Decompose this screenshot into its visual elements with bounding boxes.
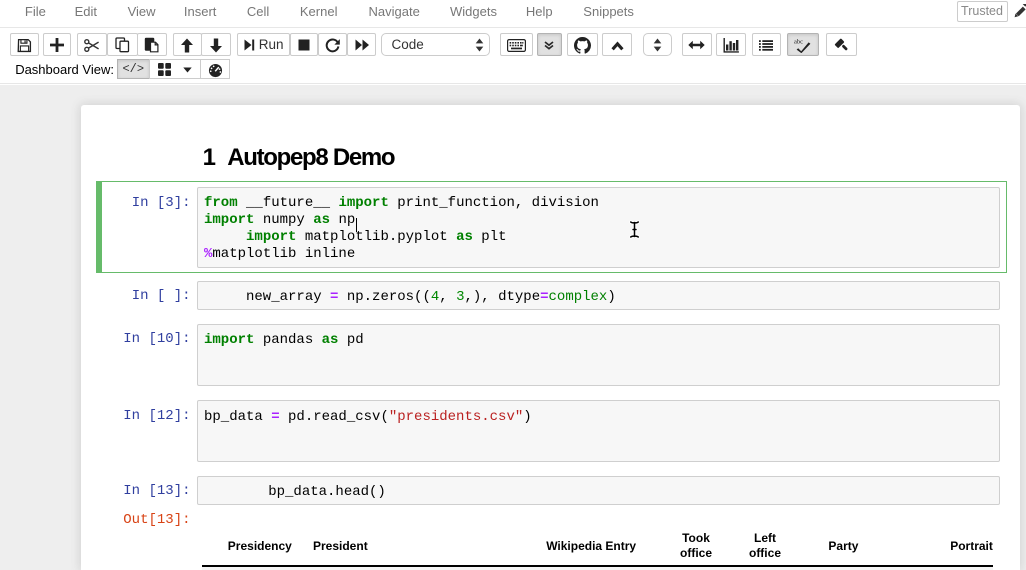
- svg-text:abc: abc: [794, 38, 803, 45]
